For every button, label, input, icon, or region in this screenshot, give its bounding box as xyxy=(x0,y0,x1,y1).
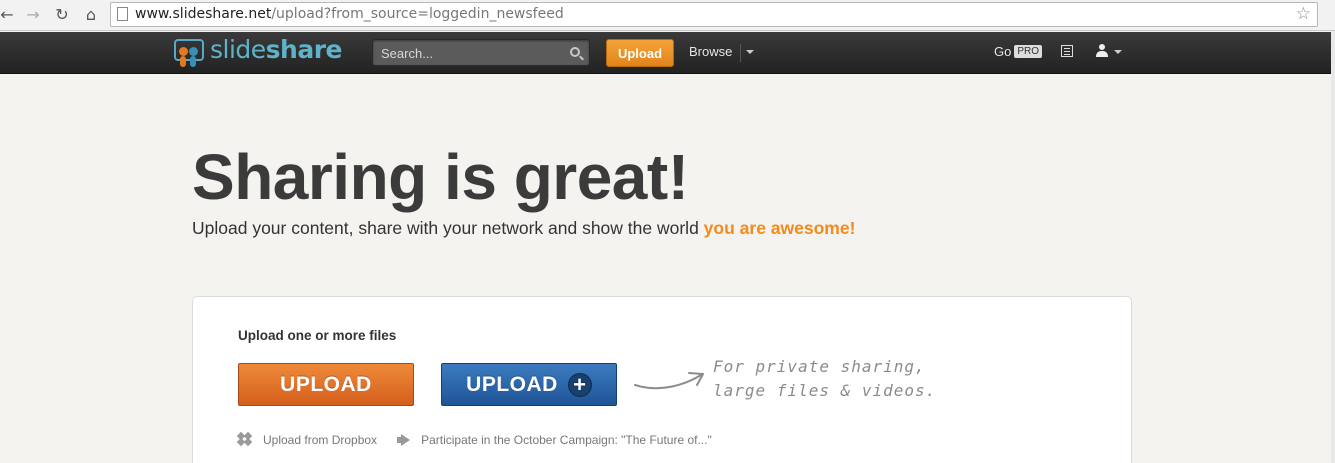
user-icon[interactable] xyxy=(1095,44,1109,58)
go-label: Go xyxy=(994,44,1012,59)
page-icon xyxy=(117,7,128,21)
subtitle-accent: you are awesome! xyxy=(703,218,856,238)
forward-arrow-icon[interactable]: → xyxy=(22,3,44,25)
site-header: slideshare Upload Browse Go PRO xyxy=(0,32,1331,74)
user-chevron-down-icon[interactable] xyxy=(1114,50,1122,54)
browse-chevron-down-icon[interactable] xyxy=(746,50,754,54)
note-line-2: large files & videos. xyxy=(713,381,937,400)
url-path: /upload?from_source=loggedin_newsfeed xyxy=(271,6,564,22)
pro-badge: PRO xyxy=(1014,45,1043,58)
search-box xyxy=(372,39,590,66)
subtitle-text: Upload your content, share with your net… xyxy=(192,218,704,238)
dropbox-icon xyxy=(236,431,254,447)
address-url[interactable]: www.slideshare.net/upload?from_source=lo… xyxy=(135,6,564,22)
slideshare-logo[interactable]: slideshare xyxy=(172,34,343,69)
upload-pro-label: UPLOAD xyxy=(466,372,558,396)
url-host: www.slideshare.net xyxy=(135,6,272,22)
megaphone-icon xyxy=(397,434,411,446)
reload-icon[interactable]: ↻ xyxy=(51,3,73,25)
upload-button[interactable]: UPLOAD xyxy=(238,363,414,406)
upload-card: Upload one or more files UPLOAD UPLOAD +… xyxy=(192,296,1132,463)
search-input[interactable] xyxy=(381,44,561,62)
campaign-link[interactable]: Participate in the October Campaign: "Th… xyxy=(397,433,712,447)
browser-toolbar: ← → ↻ ⌂ www.slideshare.net/upload?from_s… xyxy=(0,0,1335,31)
note-line-1: For private sharing, xyxy=(713,357,926,376)
upload-options: Upload from Dropbox Participate in the O… xyxy=(236,431,732,447)
browse-divider xyxy=(740,44,741,62)
slideshare-logo-icon xyxy=(172,35,206,69)
page-subtitle: Upload your content, share with your net… xyxy=(192,218,855,239)
logo-share-text: share xyxy=(265,34,343,64)
browse-link[interactable]: Browse xyxy=(689,44,732,59)
logo-wordmark: slideshare xyxy=(210,34,343,64)
home-icon[interactable]: ⌂ xyxy=(80,3,102,25)
bookmark-star-icon[interactable]: ☆ xyxy=(1296,4,1311,24)
logo-slide-text: slide xyxy=(210,34,266,64)
private-sharing-note: For private sharing, large files & video… xyxy=(713,355,936,403)
hand-drawn-arrow-icon xyxy=(634,372,704,390)
newsfeed-list-icon[interactable] xyxy=(1061,45,1073,57)
dropbox-label: Upload from Dropbox xyxy=(263,433,378,447)
upload-pro-button[interactable]: UPLOAD + xyxy=(441,363,617,406)
back-arrow-icon[interactable]: ← xyxy=(0,3,18,25)
search-icon[interactable] xyxy=(570,47,580,57)
address-bar[interactable]: www.slideshare.net/upload?from_source=lo… xyxy=(110,2,1318,27)
dropbox-upload-link[interactable]: Upload from Dropbox xyxy=(236,431,378,447)
plus-icon: + xyxy=(567,372,592,397)
campaign-label: Participate in the October Campaign: "Th… xyxy=(421,433,712,447)
header-upload-button[interactable]: Upload xyxy=(606,39,674,67)
upload-card-title: Upload one or more files xyxy=(238,328,397,343)
page-title: Sharing is great! xyxy=(192,141,689,213)
go-pro-link[interactable]: Go PRO xyxy=(994,44,1043,59)
scrollbar[interactable] xyxy=(1331,31,1335,463)
